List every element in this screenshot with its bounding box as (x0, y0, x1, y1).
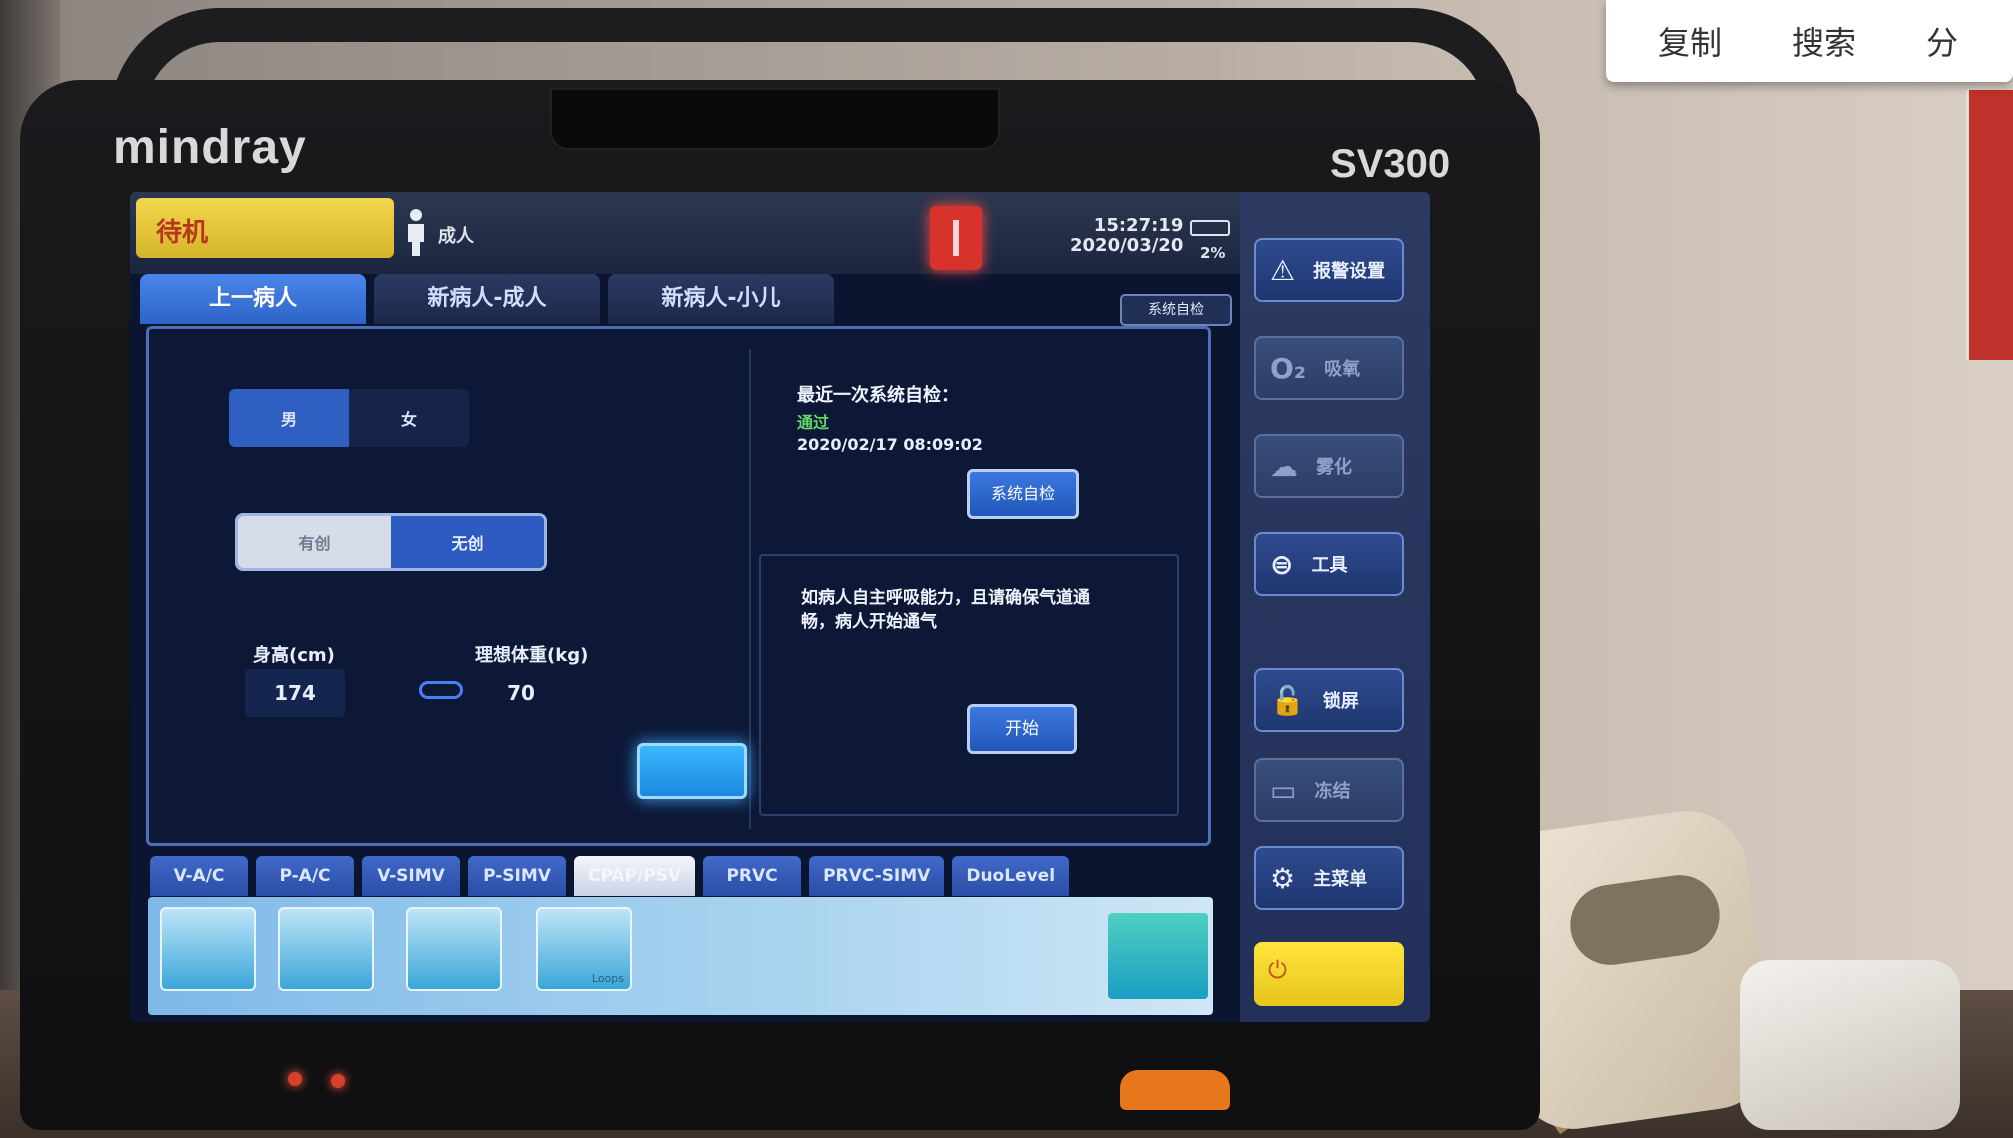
tools-button[interactable]: ⊜ 工具 (1254, 532, 1404, 596)
adult-patient-icon (408, 209, 424, 256)
invasive-label: 有创 (298, 534, 331, 553)
text-context-menu: 复制 搜索 分 (1606, 0, 2013, 82)
model-name: SV300 (1330, 142, 1451, 186)
start-message: 如病人自主呼吸能力，且请确保气道通畅，病人开始通气 (801, 588, 1090, 632)
mode-tab-p-simv[interactable]: P-SIMV (468, 856, 566, 896)
noninvasive-option[interactable]: 无创 (391, 516, 544, 568)
right-sidebar: ⚠ 报警设置 O₂ 吸氧 ☁ 雾化 ⊜ 工具 🔓 锁屏 ▭ 冻结 ⚙ 主菜单 ⏻ (1240, 192, 1430, 1022)
freeze-label: 冻结 (1314, 781, 1351, 802)
system-check-button[interactable]: 系统自检 (967, 469, 1079, 519)
ventilation-type-toggle: 有创 无创 (235, 513, 547, 571)
mode-tab-prvc[interactable]: PRVC (703, 856, 802, 896)
height-label: 身高(cm) (253, 645, 335, 666)
mode-tab-p-ac[interactable]: P-A/C (256, 856, 354, 896)
share-menu-item[interactable]: 分 (1926, 18, 1958, 64)
gender-male-option[interactable]: 男 (229, 389, 349, 447)
mode-tile[interactable]: Loops (536, 907, 632, 991)
alarm-settings-button[interactable]: ⚠ 报警设置 (1254, 238, 1404, 302)
invasive-option[interactable]: 有创 (238, 516, 391, 568)
tab-new-pediatric[interactable]: 新病人-小儿 (608, 274, 834, 324)
panel-divider (749, 349, 751, 829)
alarm-indicator[interactable] (930, 206, 982, 270)
indicator-led (331, 1074, 345, 1088)
indicator-led (288, 1072, 302, 1086)
search-menu-item[interactable]: 搜索 (1792, 18, 1856, 64)
waveform-tile[interactable] (1108, 913, 1208, 999)
link-icon[interactable] (419, 681, 463, 699)
screen-lock-label: 锁屏 (1322, 691, 1359, 712)
screen-lock-button[interactable]: 🔓 锁屏 (1254, 668, 1404, 732)
tab-new-adult[interactable]: 新病人-成人 (374, 274, 600, 324)
alarm-limit-icon: ⚠ (1270, 253, 1296, 287)
control-knob[interactable] (1120, 1070, 1230, 1110)
battery-icon (1190, 220, 1230, 236)
last-check-date: 2020/02/17 08:09:02 (797, 435, 983, 454)
lock-icon: 🔓 (1270, 683, 1305, 717)
tab-previous-patient[interactable]: 上一病人 (140, 274, 366, 324)
ventilator-screen: 待机 成人 15:27:19 2020/03/20 2% 上一病人 新病人-成人… (130, 192, 1430, 1022)
ventilation-mode-tabs: V-A/C P-A/C V-SIMV P-SIMV CPAP/PSV PRVC … (150, 856, 1070, 896)
patient-tabs: 上一病人 新病人-成人 新病人-小儿 (140, 274, 834, 324)
mode-tile[interactable] (278, 907, 374, 991)
confirm-button[interactable] (637, 743, 747, 799)
gender-female-label: 女 (400, 410, 417, 429)
status-bar: 待机 成人 15:27:19 2020/03/20 2% (130, 192, 1240, 274)
standby-power-button[interactable]: ⏻ (1254, 942, 1404, 1006)
tools-label: 工具 (1311, 555, 1348, 576)
gender-male-label: 男 (280, 410, 297, 429)
monitor-notch (550, 88, 1000, 150)
mode-tile-label: Loops (591, 972, 624, 985)
start-ventilation-box: 如病人自主呼吸能力，且请确保气道通畅，病人开始通气 开始 (759, 554, 1179, 816)
ideal-weight-field[interactable]: 70 (471, 669, 571, 717)
last-check-result: 通过 (797, 413, 830, 432)
last-check-title: 最近一次系统自检： (797, 385, 959, 406)
mode-tab-v-ac[interactable]: V-A/C (150, 856, 248, 896)
noninvasive-label: 无创 (451, 534, 484, 553)
date-label: 2020/03/20 (1070, 235, 1184, 256)
main-menu-label: 主菜单 (1313, 869, 1368, 890)
mode-tab-v-simv[interactable]: V-SIMV (362, 856, 460, 896)
system-check-tab-button[interactable]: 系统自检 (1120, 294, 1232, 326)
gender-toggle: 男 女 (229, 389, 469, 447)
mode-parameter-area: Loops (148, 897, 1213, 1015)
mode-tile[interactable] (406, 907, 502, 991)
gender-female-option[interactable]: 女 (349, 389, 469, 447)
oxygen-label: 吸氧 (1324, 359, 1361, 380)
gear-icon: ⚙ (1270, 861, 1296, 895)
nebulizer-label: 雾化 (1316, 457, 1352, 478)
mode-tab-cpap-psv[interactable]: CPAP/PSV (574, 856, 696, 896)
oxygen-icon: O₂ (1270, 351, 1307, 385)
brand-logo: mindray (113, 121, 307, 174)
standby-status: 待机 (136, 198, 394, 258)
pillow (1740, 960, 1960, 1130)
tools-icon: ⊜ (1270, 547, 1294, 581)
battery-level: 2% (1200, 244, 1226, 262)
main-menu-button[interactable]: ⚙ 主菜单 (1254, 846, 1404, 910)
patient-type-label: 成人 (438, 226, 474, 247)
mode-tile[interactable] (160, 907, 256, 991)
red-panel (1966, 90, 2013, 360)
copy-menu-item[interactable]: 复制 (1658, 18, 1722, 64)
oxygen-button[interactable]: O₂ 吸氧 (1254, 336, 1404, 400)
power-icon: ⏻ (1268, 956, 1287, 984)
time-label: 15:27:19 (1093, 215, 1184, 236)
mode-tab-duolevel[interactable]: DuoLevel (952, 856, 1070, 896)
nebulizer-icon: ☁ (1270, 449, 1298, 483)
nebulizer-button[interactable]: ☁ 雾化 (1254, 434, 1404, 498)
alarm-settings-label: 报警设置 (1313, 261, 1386, 282)
height-field[interactable]: 174 (245, 669, 345, 717)
start-button[interactable]: 开始 (967, 704, 1077, 754)
patient-setup-panel: 男 女 有创 无创 身高(cm) 174 理想体重(kg) 70 最近一次系统自… (146, 326, 1211, 846)
freeze-button[interactable]: ▭ 冻结 (1254, 758, 1404, 822)
ideal-weight-label: 理想体重(kg) (475, 645, 589, 666)
clock: 15:27:19 2020/03/20 (1070, 216, 1183, 256)
freeze-icon: ▭ (1270, 773, 1297, 807)
mode-tab-prvc-simv[interactable]: PRVC-SIMV (809, 856, 945, 896)
